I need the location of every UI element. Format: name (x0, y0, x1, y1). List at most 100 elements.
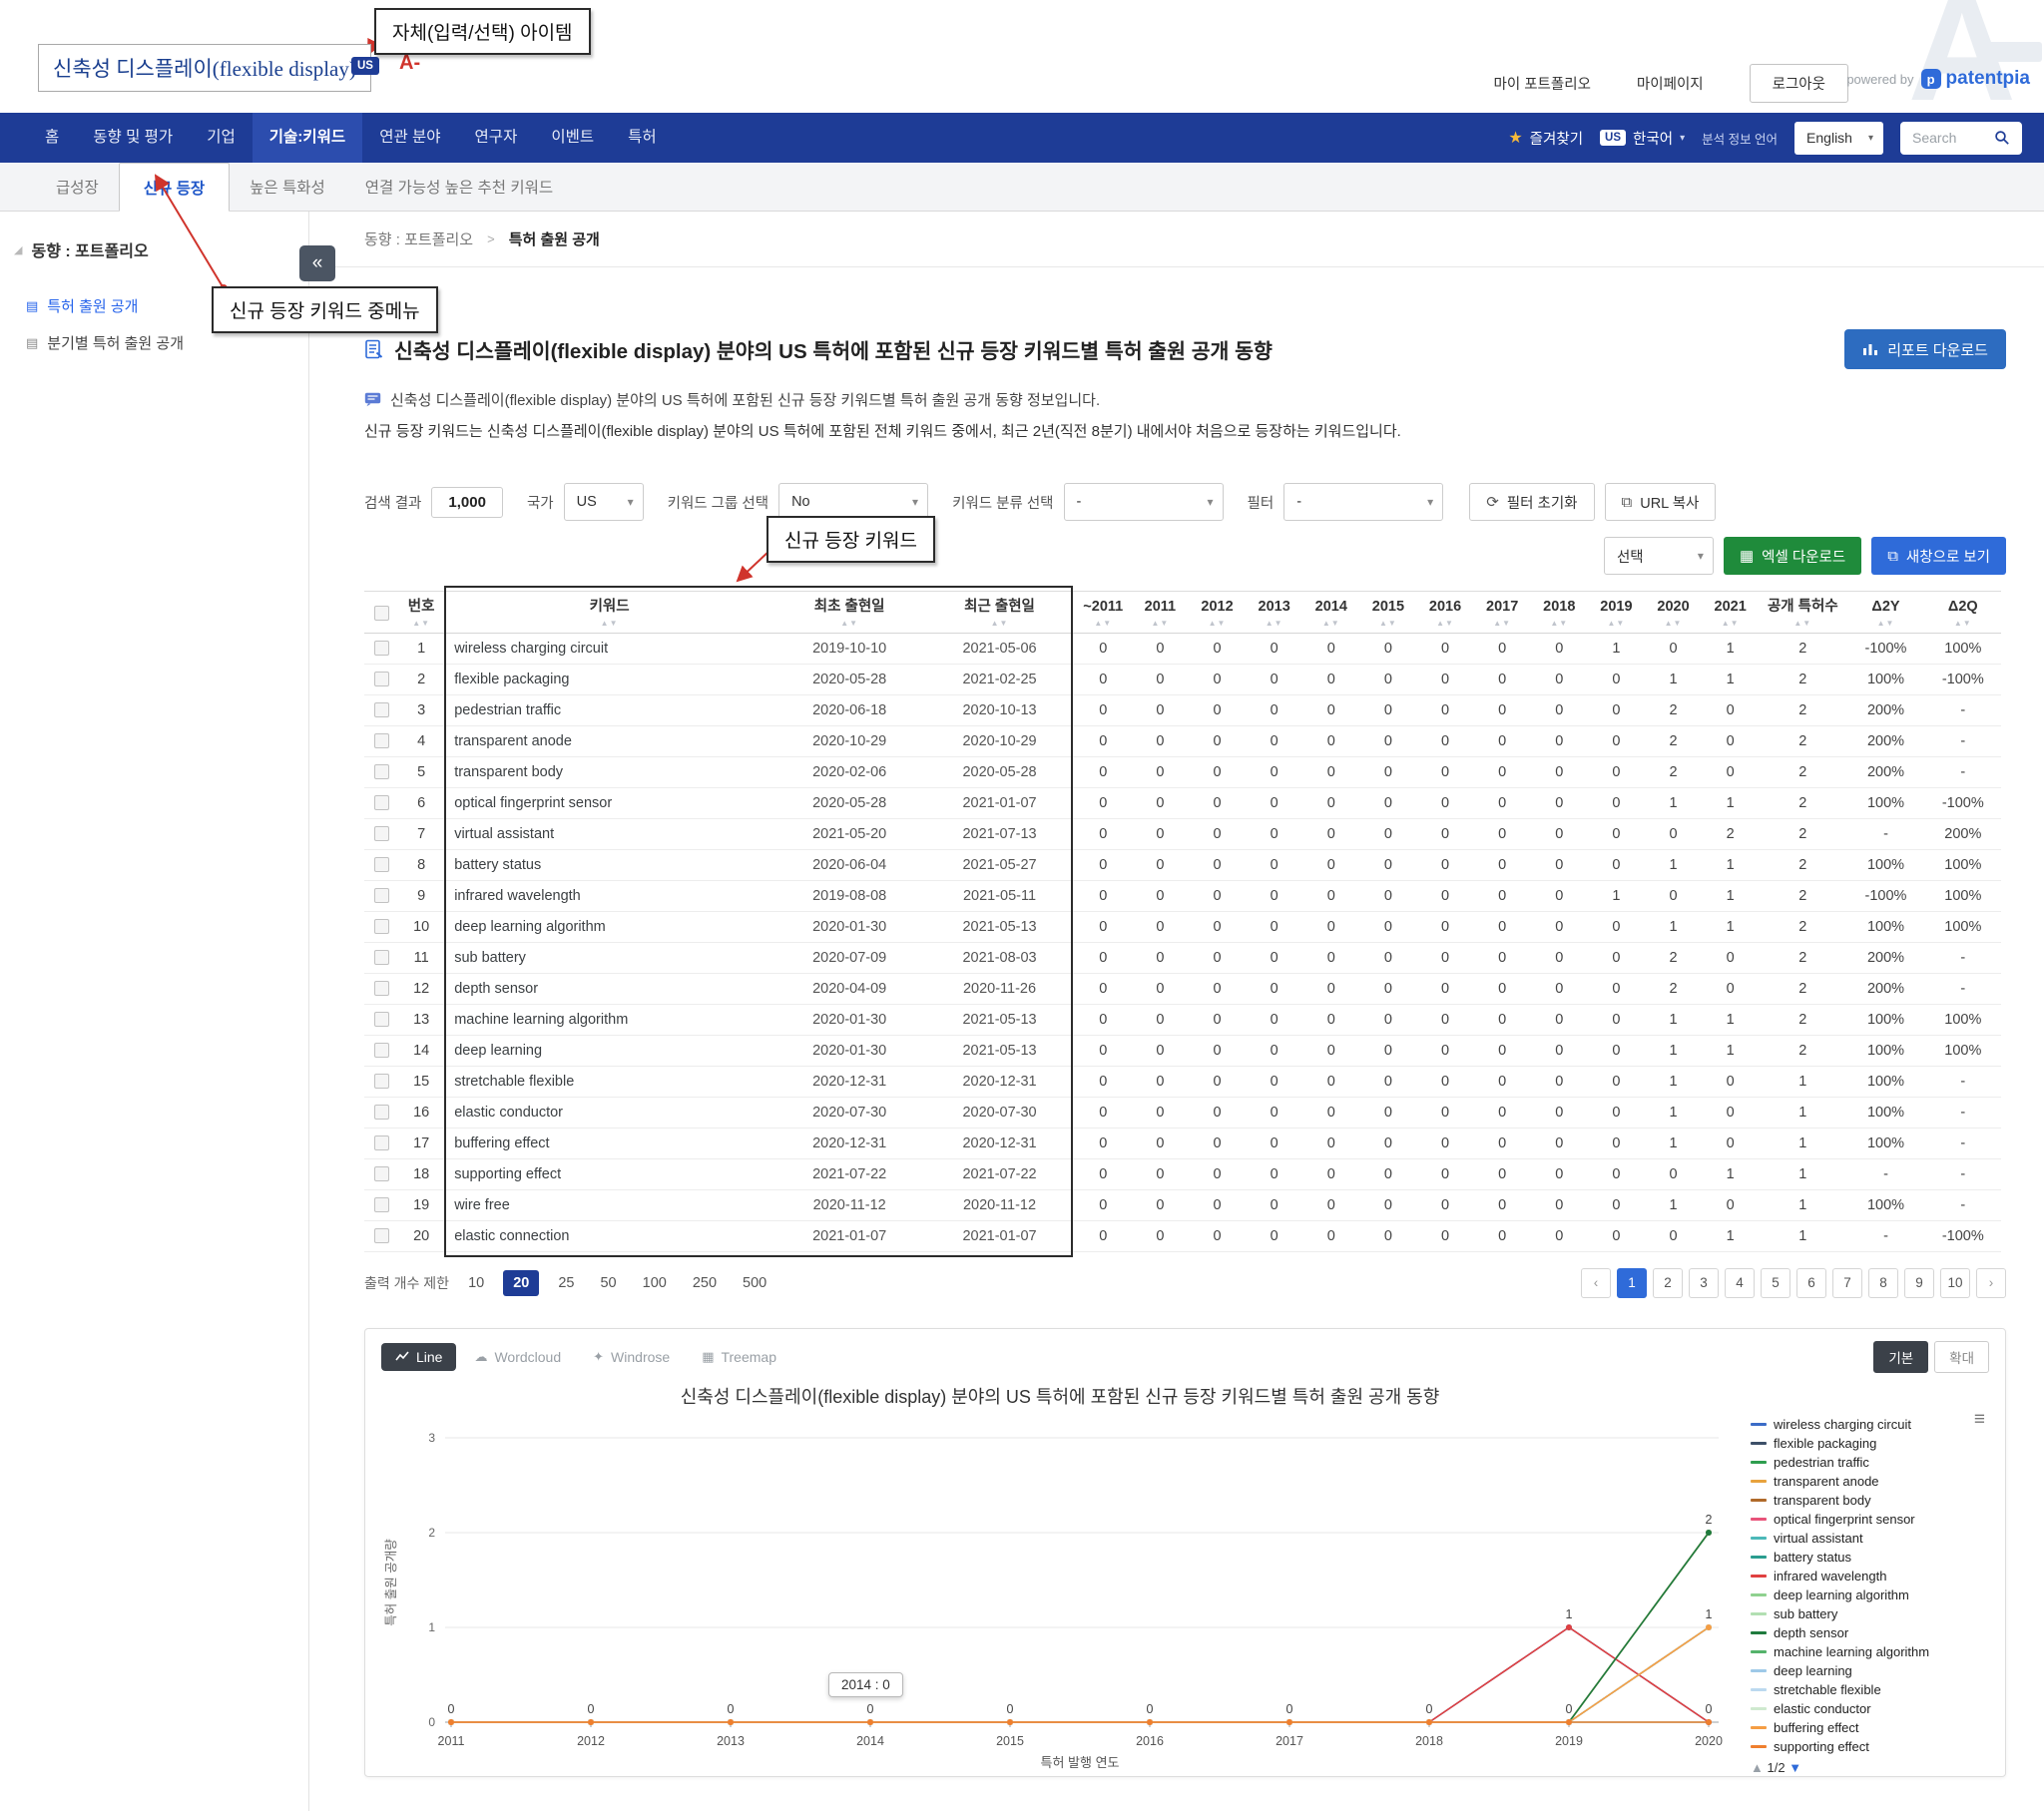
open-new-window-button[interactable]: ⧉ 새창으로 보기 (1871, 537, 2006, 575)
excel-download-button[interactable]: ▦ 엑셀 다운로드 (1724, 537, 1861, 575)
limit-option-250[interactable]: 250 (686, 1271, 724, 1295)
page-button-4[interactable]: 4 (1725, 1268, 1755, 1298)
sort-icon[interactable]: ▲▼ (1704, 619, 1757, 628)
brand-logo[interactable]: p patentpia (1921, 68, 2030, 90)
sort-icon[interactable]: ▲▼ (1191, 619, 1244, 628)
nav-item-7[interactable]: 이벤트 (534, 113, 611, 163)
row-checkbox[interactable] (374, 1074, 389, 1089)
legend-page-down-icon[interactable]: ▼ (1788, 1760, 1801, 1775)
sort-icon[interactable]: ▲▼ (400, 619, 442, 628)
row-checkbox[interactable] (374, 981, 389, 996)
legend-item[interactable]: sub battery (1751, 1604, 1989, 1623)
row-checkbox[interactable] (374, 1197, 389, 1212)
sidebar-collapse-button[interactable]: « (299, 245, 335, 281)
sort-icon[interactable]: ▲▼ (1304, 619, 1357, 628)
page-button-7[interactable]: 7 (1832, 1268, 1862, 1298)
sort-icon[interactable]: ▲▼ (1248, 619, 1300, 628)
legend-item[interactable]: battery status (1751, 1548, 1989, 1567)
page-button-10[interactable]: 10 (1940, 1268, 1970, 1298)
chart-tab-wordcloud[interactable]: ☁Wordcloud (460, 1343, 575, 1371)
row-checkbox[interactable] (374, 1012, 389, 1027)
row-checkbox[interactable] (374, 795, 389, 810)
limit-option-25[interactable]: 25 (551, 1271, 581, 1295)
nav-item-4[interactable]: 기술:키워드 (253, 113, 362, 163)
legend-item[interactable]: supporting effect (1751, 1737, 1989, 1756)
subnav-tab-3[interactable]: 높은 특화성 (230, 163, 345, 211)
tree-expand-icon[interactable]: ◢ (14, 243, 22, 256)
row-checkbox[interactable] (374, 1043, 389, 1058)
legend-item[interactable]: pedestrian traffic (1751, 1453, 1989, 1472)
sort-icon[interactable]: ▲▼ (1761, 619, 1844, 628)
subnav-tab-4[interactable]: 연결 가능성 높은 추천 키워드 (345, 163, 573, 211)
logout-button[interactable]: 로그아웃 (1750, 64, 1848, 103)
row-checkbox[interactable] (374, 764, 389, 779)
legend-item[interactable]: infrared wavelength (1751, 1567, 1989, 1585)
select-all-checkbox[interactable] (374, 606, 389, 621)
breadcrumb-parent[interactable]: 동향 : 포트폴리오 (364, 228, 473, 249)
chart-tab-windrose[interactable]: ✦Windrose (579, 1343, 684, 1371)
page-button-9[interactable]: 9 (1904, 1268, 1934, 1298)
limit-option-100[interactable]: 100 (636, 1271, 674, 1295)
nav-item-6[interactable]: 연구자 (458, 113, 535, 163)
row-checkbox[interactable] (374, 857, 389, 872)
row-checkbox[interactable] (374, 641, 389, 656)
sort-icon[interactable]: ▲▼ (1476, 619, 1529, 628)
chart-size-expand[interactable]: 확대 (1934, 1341, 1989, 1373)
sort-icon[interactable]: ▲▼ (446, 619, 772, 628)
sort-icon[interactable]: ▲▼ (1077, 619, 1130, 628)
row-checkbox[interactable] (374, 1228, 389, 1243)
keyword-class-select[interactable]: - (1064, 483, 1224, 521)
copy-url-button[interactable]: ⧉ URL 복사 (1605, 483, 1717, 521)
sort-icon[interactable]: ▲▼ (1590, 619, 1643, 628)
row-checkbox[interactable] (374, 1135, 389, 1150)
nav-item-1[interactable]: 홈 (28, 113, 76, 163)
legend-item[interactable]: deep learning algorithm (1751, 1585, 1989, 1604)
row-checkbox[interactable] (374, 826, 389, 841)
chart-size-basic[interactable]: 기본 (1873, 1341, 1928, 1373)
next-page-button[interactable]: › (1976, 1268, 2006, 1298)
legend-menu-icon[interactable]: ≡ (1974, 1409, 1985, 1431)
legend-item[interactable]: wireless charging circuit (1751, 1415, 1989, 1434)
sort-icon[interactable]: ▲▼ (776, 619, 922, 628)
sort-icon[interactable]: ▲▼ (1361, 619, 1414, 628)
row-checkbox[interactable] (374, 1166, 389, 1181)
page-button-1[interactable]: 1 (1617, 1268, 1647, 1298)
sort-icon[interactable]: ▲▼ (926, 619, 1072, 628)
nav-item-2[interactable]: 동향 및 평가 (76, 113, 190, 163)
site-language-selector[interactable]: US 한국어 ▾ (1600, 128, 1685, 149)
legend-item[interactable]: depth sensor (1751, 1623, 1989, 1642)
bulk-select-dropdown[interactable]: 선택 (1604, 537, 1714, 575)
search-input[interactable] (1912, 130, 1994, 146)
page-button-6[interactable]: 6 (1796, 1268, 1826, 1298)
limit-option-20[interactable]: 20 (503, 1270, 539, 1296)
search-icon[interactable] (1994, 130, 2010, 146)
page-button-8[interactable]: 8 (1868, 1268, 1898, 1298)
legend-item[interactable]: optical fingerprint sensor (1751, 1510, 1989, 1529)
legend-item[interactable]: transparent anode (1751, 1472, 1989, 1491)
limit-option-50[interactable]: 50 (593, 1271, 623, 1295)
row-checkbox[interactable] (374, 1105, 389, 1120)
subnav-tab-2[interactable]: 신규 등장 (119, 163, 230, 212)
legend-item[interactable]: stretchable flexible (1751, 1680, 1989, 1699)
row-checkbox[interactable] (374, 672, 389, 686)
report-download-button[interactable]: 리포트 다운로드 (1844, 329, 2006, 369)
sort-icon[interactable]: ▲▼ (1533, 619, 1586, 628)
legend-page-up-icon[interactable]: ▲ (1751, 1760, 1764, 1775)
my-portfolio-link[interactable]: 마이 포트폴리오 (1494, 73, 1591, 94)
prev-page-button[interactable]: ‹ (1581, 1268, 1611, 1298)
legend-item[interactable]: transparent body (1751, 1491, 1989, 1510)
legend-item[interactable]: virtual assistant (1751, 1529, 1989, 1548)
legend-item[interactable]: machine learning algorithm (1751, 1642, 1989, 1661)
chart-tab-treemap[interactable]: ▦Treemap (688, 1343, 790, 1371)
filter-select[interactable]: - (1283, 483, 1443, 521)
analysis-language-select[interactable]: English ▾ (1794, 122, 1883, 155)
legend-item[interactable]: elastic conductor (1751, 1699, 1989, 1718)
sort-icon[interactable]: ▲▼ (1418, 619, 1471, 628)
row-checkbox[interactable] (374, 888, 389, 903)
nav-item-8[interactable]: 특허 (611, 113, 674, 163)
country-select[interactable]: US (564, 483, 644, 521)
nav-item-5[interactable]: 연관 분야 (362, 113, 457, 163)
legend-item[interactable]: buffering effect (1751, 1718, 1989, 1737)
subnav-tab-1[interactable]: 급성장 (36, 163, 119, 211)
row-checkbox[interactable] (374, 733, 389, 748)
